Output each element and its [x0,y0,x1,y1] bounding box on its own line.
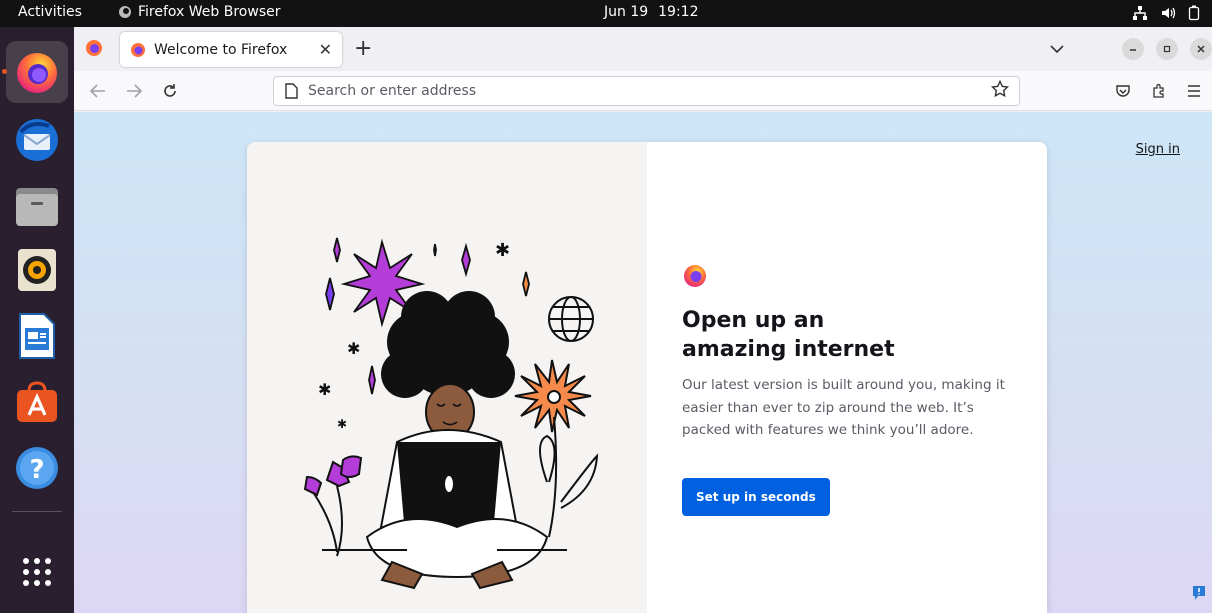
address-placeholder: Search or enter address [308,83,477,99]
back-arrow-icon [90,84,105,98]
firefox-window: Welcome to Firefox ✕ + Search or enter a… [74,27,1212,613]
sign-in-link[interactable]: Sign in [1136,142,1180,157]
firefox-view-icon [86,40,102,56]
help-icon: ? [16,447,58,489]
dock-thunderbird[interactable] [6,109,68,171]
reload-icon [164,84,176,97]
minimize-button[interactable] [1122,38,1144,60]
thunderbird-icon [16,119,58,161]
pocket-icon [1116,85,1130,97]
dock-ubuntu-software[interactable] [6,371,68,433]
reload-button[interactable] [158,80,182,102]
forward-arrow-icon [127,84,142,98]
dock-separator [12,511,62,512]
welcome-card: ✱ ✱ ✱ ✱ Open up an amazing internet Our … [247,142,1047,613]
clock-time: 19:12 [658,4,699,20]
feedback-button[interactable] [1192,585,1206,605]
ubuntu-software-icon [17,381,57,422]
new-tab-button[interactable]: + [354,37,372,61]
app-name-label: Firefox Web Browser [138,4,281,20]
clock[interactable]: Jun 19 19:12 [604,4,699,20]
system-top-bar: Activities Firefox Web Browser Jun 19 19… [0,0,1212,27]
dock-files[interactable] [6,175,68,237]
firefox-logo-icon [684,265,706,287]
battery-icon [1188,5,1200,21]
firefox-favicon-icon [131,42,145,57]
person-with-laptop-illustration: ✱ ✱ ✱ ✱ [303,237,599,590]
svg-text:?: ? [29,455,44,485]
tab-title: Welcome to Firefox [154,41,288,58]
firefox-icon [17,53,57,93]
writer-icon [19,313,55,359]
svg-text:✱: ✱ [495,240,510,261]
close-tab-icon[interactable]: ✕ [319,40,332,59]
clock-date: Jun 19 [604,4,649,20]
close-icon [1197,45,1205,53]
files-icon [16,188,58,226]
back-button[interactable] [86,80,110,102]
network-icon [1133,6,1147,20]
address-bar[interactable]: Search or enter address [273,76,1020,106]
svg-text:✱: ✱ [318,380,331,399]
forward-button[interactable] [122,80,146,102]
dock-help[interactable]: ? [6,437,68,499]
svg-text:✱: ✱ [347,339,360,358]
set-up-button[interactable]: Set up in seconds [682,477,830,516]
dock-show-applications[interactable] [6,541,68,603]
maximize-button[interactable] [1156,38,1178,60]
system-tray[interactable] [1132,5,1200,21]
pocket-button[interactable] [1111,80,1135,102]
welcome-headline: Open up an amazing internet [682,308,895,362]
rhythmbox-icon [18,249,56,291]
hamburger-menu-icon [1188,85,1200,97]
illustration-panel: ✱ ✱ ✱ ✱ [247,142,647,613]
dock: ? [0,27,74,613]
bookmark-star-icon[interactable] [990,79,1010,102]
minimize-icon [1130,49,1136,51]
tab-bar: Welcome to Firefox ✕ + [74,27,1212,71]
welcome-subtext: Our latest version is built around you, … [682,377,1005,438]
list-all-tabs-button[interactable] [1050,39,1064,58]
feedback-icon [1193,586,1205,600]
welcome-page: Sign in ✱ ✱ ✱ ✱ Open up an amazing inter… [74,112,1212,613]
dock-firefox[interactable] [2,41,68,103]
firefox-small-icon [119,6,131,18]
app-grid-icon [23,558,51,586]
puzzle-icon [1153,83,1164,98]
close-window-button[interactable] [1190,38,1212,60]
svg-text:✱: ✱ [337,417,347,431]
volume-icon [1162,7,1176,19]
page-icon [284,83,298,99]
tab-welcome[interactable]: Welcome to Firefox ✕ [120,32,342,67]
navigation-toolbar: Search or enter address [74,71,1212,111]
restore-icon [1163,45,1171,53]
welcome-text-panel: Open up an amazing internet Our latest v… [682,262,1022,516]
firefox-view-button[interactable] [82,36,106,60]
dock-libreoffice-writer[interactable] [6,305,68,367]
chevron-down-icon [1050,45,1064,54]
app-menu[interactable]: Firefox Web Browser [118,4,281,20]
running-indicator [2,69,7,74]
activities-button[interactable]: Activities [18,4,82,20]
dock-rhythmbox[interactable] [6,239,68,301]
app-menu-button[interactable] [1182,80,1206,102]
extensions-button[interactable] [1147,80,1171,102]
